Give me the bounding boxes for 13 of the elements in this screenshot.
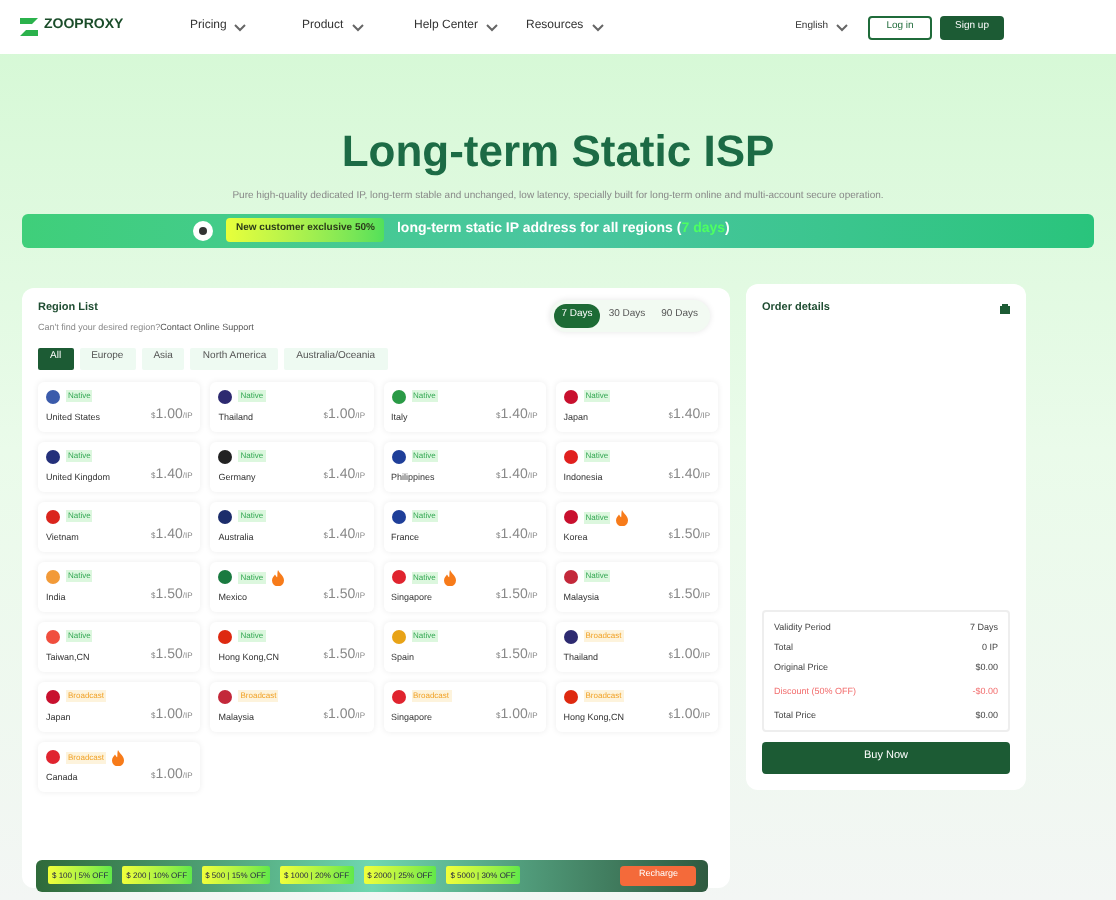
flame-icon xyxy=(616,509,629,525)
ball-icon xyxy=(192,219,214,241)
chevron-down-icon xyxy=(486,23,499,31)
chevron-down-icon xyxy=(234,23,247,31)
chevron-down-icon xyxy=(591,23,604,31)
page-title: Long-term Static ISP xyxy=(341,126,775,178)
chevron-down-icon xyxy=(836,23,848,31)
flame-icon xyxy=(112,749,125,765)
logo-icon xyxy=(20,18,38,36)
chevron-down-icon xyxy=(351,23,364,31)
flame-icon xyxy=(271,569,284,585)
bag-icon xyxy=(1000,301,1010,314)
flame-icon xyxy=(443,569,456,585)
